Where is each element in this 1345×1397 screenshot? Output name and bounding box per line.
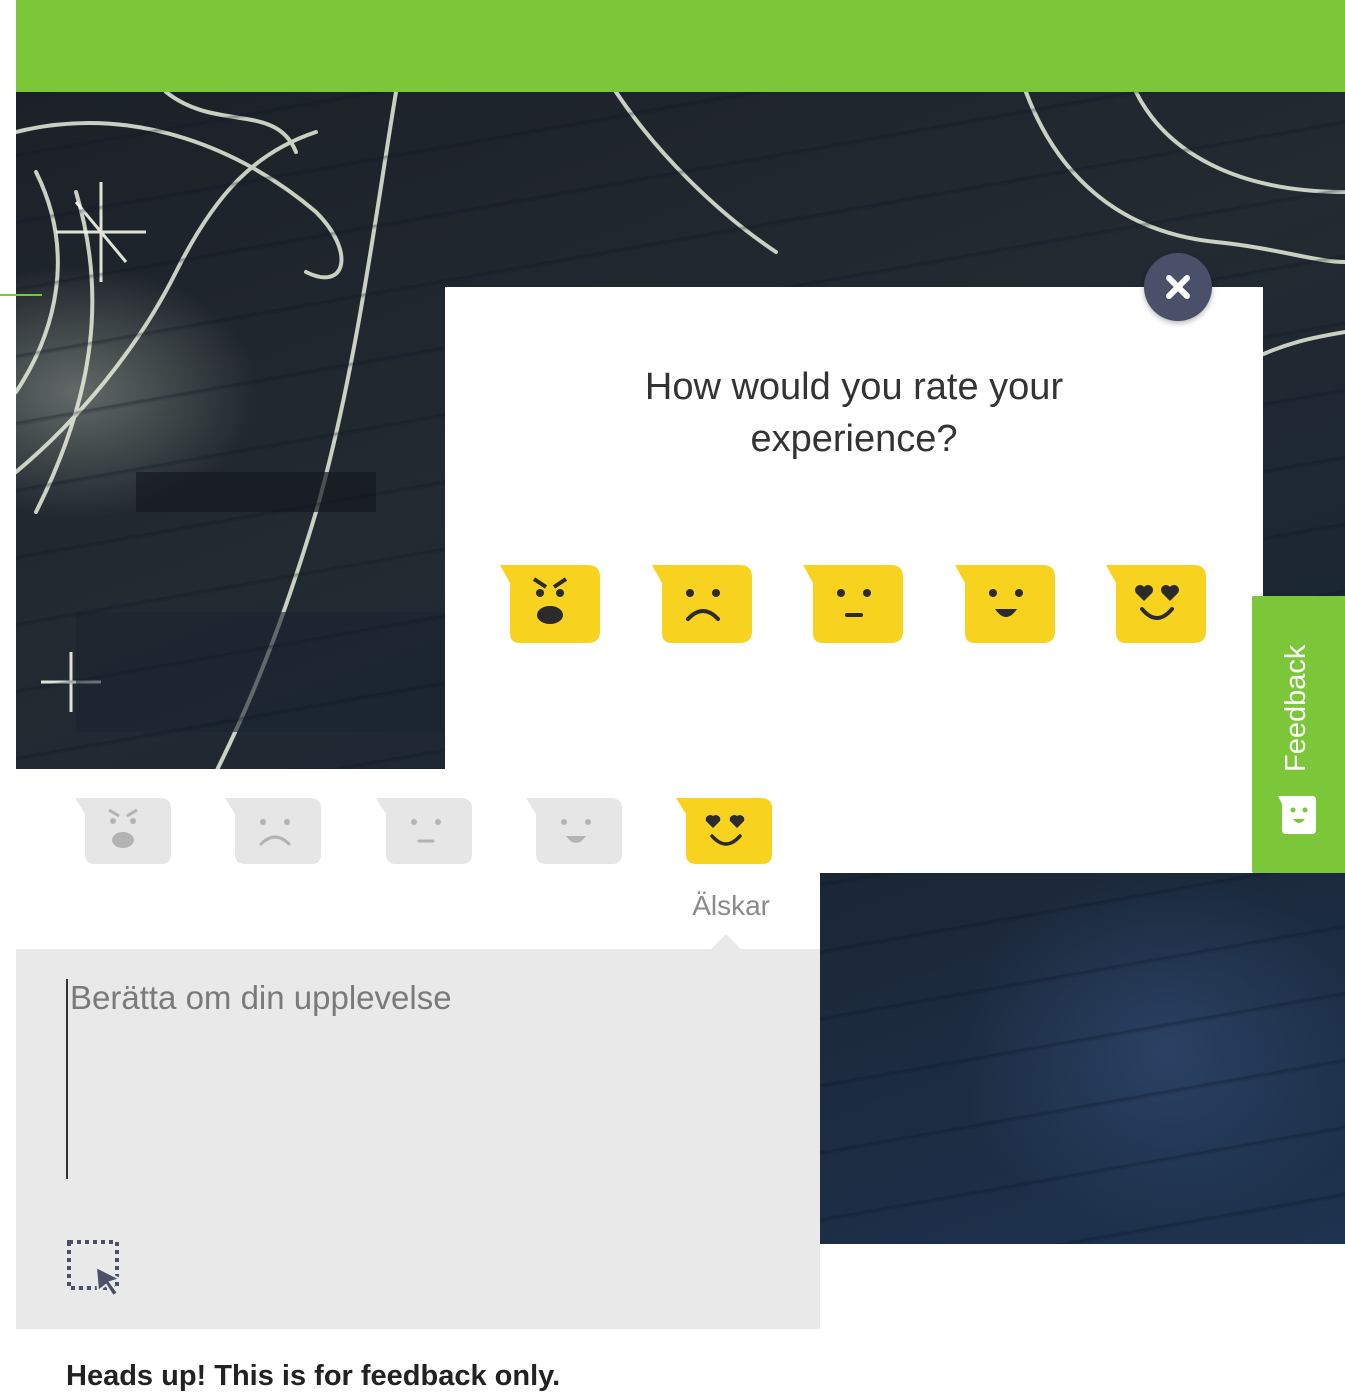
neutral-face-icon[interactable] xyxy=(803,563,903,645)
rating-face-row xyxy=(500,563,1220,645)
feedback-notice: Heads up! This is for feedback only. xyxy=(66,1360,561,1392)
top-bar xyxy=(16,0,1345,92)
sad-face-icon[interactable] xyxy=(225,796,321,866)
comment-textarea[interactable] xyxy=(66,979,770,1179)
feedback-tab[interactable]: Feedback xyxy=(1252,596,1345,873)
close-icon xyxy=(1166,275,1190,299)
panel-face-row xyxy=(75,796,775,868)
feedback-tab-label: Feedback xyxy=(1280,644,1312,772)
happy-face-icon[interactable] xyxy=(526,796,622,866)
selected-rating-label: Älskar xyxy=(692,890,770,921)
comment-area xyxy=(16,949,820,1329)
love-face-icon[interactable] xyxy=(1106,563,1206,645)
smiley-icon xyxy=(1278,796,1316,834)
sad-face-icon[interactable] xyxy=(652,563,752,645)
rating-question: How would you rate your experience? xyxy=(644,366,1064,460)
love-face-icon[interactable] xyxy=(676,796,772,866)
screenshot-select-icon[interactable] xyxy=(66,1239,126,1299)
close-button[interactable] xyxy=(1144,253,1212,321)
neutral-face-icon[interactable] xyxy=(376,796,472,866)
angry-face-icon[interactable] xyxy=(75,796,171,866)
page-background xyxy=(820,1244,1345,1397)
accent-line xyxy=(0,294,42,296)
angry-face-icon[interactable] xyxy=(500,563,600,645)
rating-modal: How would you rate your experience? xyxy=(445,287,1263,873)
label-pointer xyxy=(710,934,742,950)
happy-face-icon[interactable] xyxy=(955,563,1055,645)
